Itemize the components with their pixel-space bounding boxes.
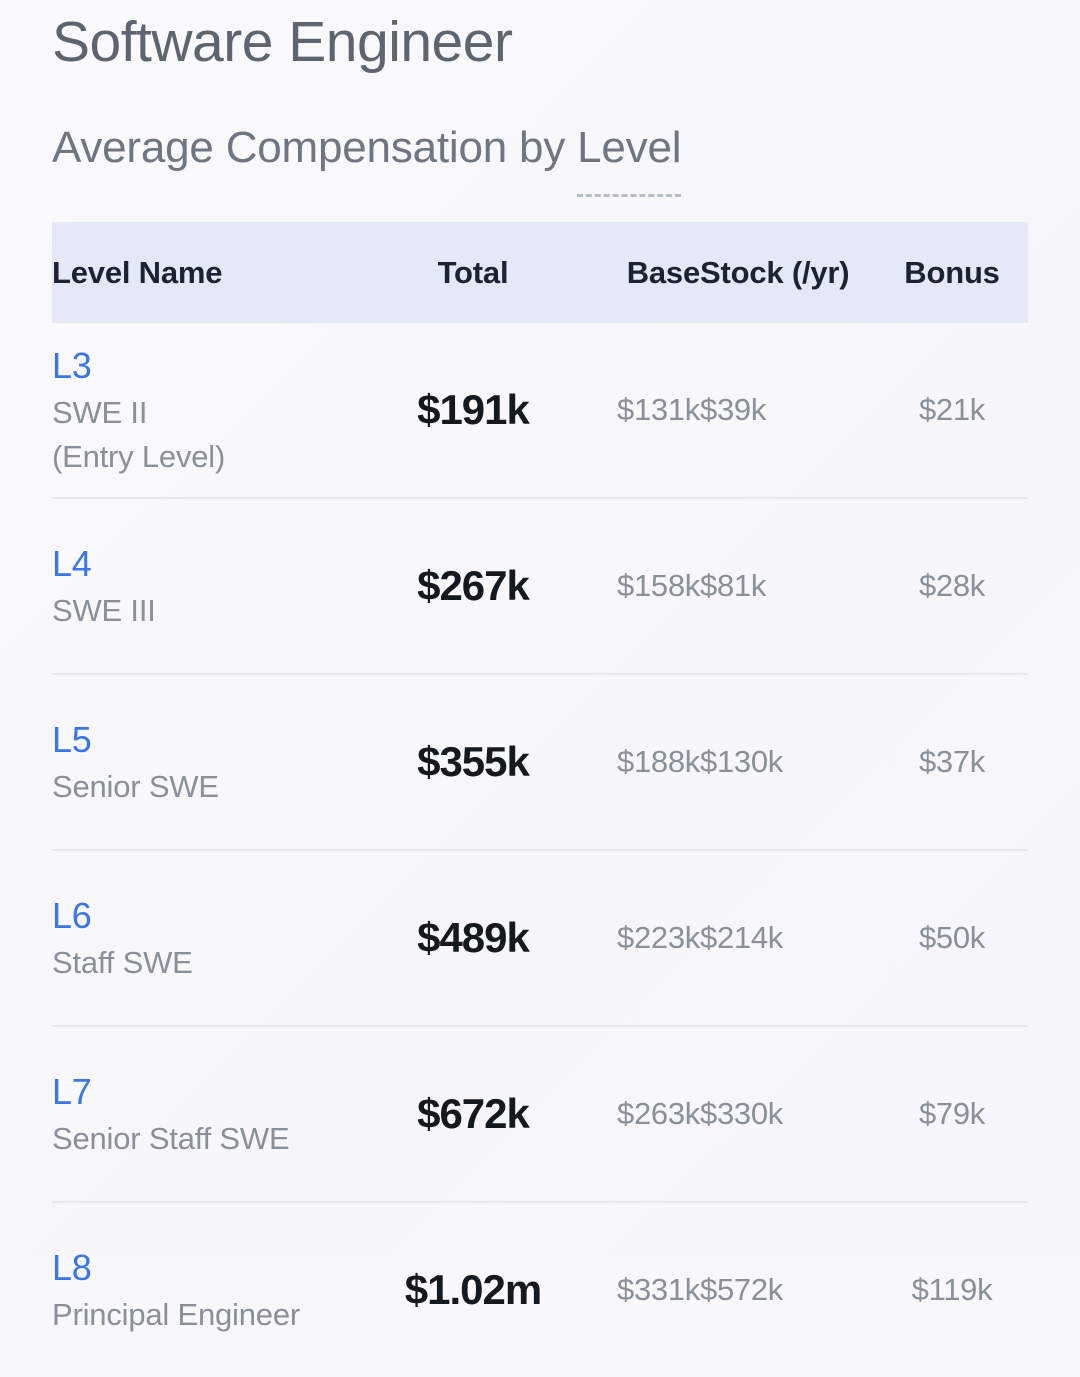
table-row[interactable]: L5 Senior SWE $355k $188k $130k $37k: [52, 673, 1028, 850]
base-value: $331k: [617, 1272, 700, 1307]
level-code-link[interactable]: L5: [52, 715, 382, 765]
cell-level-name: L6 Staff SWE: [52, 849, 382, 1026]
compensation-table: Level Name Total Base Stock (/yr) Bonus …: [52, 222, 1028, 1377]
cell-level-name: L7 Senior Staff SWE: [52, 1025, 382, 1202]
level-title-line-1: Staff SWE: [52, 945, 193, 980]
table-row[interactable]: L4 SWE III $267k $158k $81k $28k: [52, 497, 1028, 674]
bonus-value: $21k: [918, 392, 986, 427]
base-value: $263k: [617, 1096, 700, 1131]
cell-level-name: L4 SWE III: [52, 497, 382, 674]
cell-stock: $214k: [700, 849, 876, 1026]
cell-stock: $130k: [700, 673, 876, 850]
cell-stock: $330k: [700, 1025, 876, 1202]
table-row[interactable]: L6 Staff SWE $489k $223k $214k $50k: [52, 849, 1028, 1026]
cell-level-name: L3 SWE II (Entry Level): [52, 323, 382, 498]
page-subtitle: Average Compensation by Level: [52, 78, 1028, 197]
cell-bonus: $21k: [876, 323, 1028, 498]
column-header-level-name[interactable]: Level Name: [52, 222, 382, 323]
subtitle-prefix: Average Compensation by: [52, 123, 578, 172]
total-value: $672k: [417, 1090, 530, 1137]
cell-total: $191k: [382, 323, 564, 498]
bonus-value: $50k: [918, 920, 986, 955]
table-header: Level Name Total Base Stock (/yr) Bonus: [52, 222, 1028, 323]
stock-value: $39k: [700, 392, 767, 427]
bonus-value: $28k: [918, 568, 986, 603]
level-title-line-1: SWE II: [52, 395, 148, 430]
total-value: $489k: [417, 914, 530, 961]
level-title-line-2: (Entry Level): [52, 439, 226, 474]
level-title-line-1: SWE III: [52, 593, 156, 628]
level-code-link[interactable]: L6: [52, 891, 382, 941]
bonus-value: $119k: [911, 1272, 993, 1307]
stock-value: $214k: [700, 920, 783, 955]
total-value: $355k: [417, 738, 530, 785]
cell-bonus: $119k: [876, 1201, 1028, 1377]
page-title: Software Engineer: [52, 10, 513, 74]
table-body: L3 SWE II (Entry Level) $191k $131k $39k…: [52, 323, 1028, 1377]
stock-value: $81k: [700, 568, 767, 603]
table-header-row: Level Name Total Base Stock (/yr) Bonus: [52, 222, 1028, 323]
compensation-page: Software Engineer Average Compensation b…: [0, 0, 1080, 1377]
table-row[interactable]: L7 Senior Staff SWE $672k $263k $330k $7…: [52, 1025, 1028, 1202]
cell-bonus: $37k: [876, 673, 1028, 850]
cell-bonus: $28k: [876, 497, 1028, 674]
cell-bonus: $79k: [876, 1025, 1028, 1202]
table-row[interactable]: L8 Principal Engineer $1.02m $331k $572k…: [52, 1201, 1028, 1377]
cell-total: $1.02m: [382, 1201, 564, 1377]
base-value: $188k: [617, 744, 700, 779]
bonus-value: $79k: [918, 1096, 986, 1131]
cell-stock: $572k: [700, 1201, 876, 1377]
bonus-value: $37k: [918, 744, 986, 779]
cell-total: $489k: [382, 849, 564, 1026]
level-title-line-1: Senior SWE: [52, 769, 219, 804]
cell-base: $188k: [564, 673, 700, 850]
level-title-line-1: Senior Staff SWE: [52, 1121, 290, 1156]
cell-level-name: L8 Principal Engineer: [52, 1201, 382, 1377]
level-code-link[interactable]: L4: [52, 539, 382, 589]
total-value: $267k: [417, 562, 530, 609]
subtitle-level-term[interactable]: Level: [577, 123, 682, 197]
cell-stock: $81k: [700, 497, 876, 674]
cell-bonus: $50k: [876, 849, 1028, 1026]
cell-total: $355k: [382, 673, 564, 850]
stock-value: $330k: [700, 1096, 783, 1131]
total-value: $191k: [417, 386, 530, 433]
cell-total: $267k: [382, 497, 564, 674]
base-value: $223k: [617, 920, 700, 955]
base-value: $131k: [617, 392, 700, 427]
level-code-link[interactable]: L3: [52, 341, 382, 391]
column-header-base[interactable]: Base: [564, 222, 700, 323]
base-value: $158k: [617, 568, 700, 603]
cell-base: $223k: [564, 849, 700, 1026]
total-value: $1.02m: [404, 1266, 542, 1313]
column-header-total[interactable]: Total: [382, 222, 564, 323]
cell-level-name: L5 Senior SWE: [52, 673, 382, 850]
cell-base: $263k: [564, 1025, 700, 1202]
level-code-link[interactable]: L8: [52, 1243, 382, 1293]
cell-stock: $39k: [700, 323, 876, 498]
cell-base: $158k: [564, 497, 700, 674]
stock-value: $572k: [700, 1272, 783, 1307]
cell-total: $672k: [382, 1025, 564, 1202]
cell-base: $131k: [564, 323, 700, 498]
stock-value: $130k: [700, 744, 783, 779]
column-header-bonus[interactable]: Bonus: [876, 222, 1028, 323]
table-row[interactable]: L3 SWE II (Entry Level) $191k $131k $39k…: [52, 323, 1028, 498]
level-title-line-1: Principal Engineer: [52, 1297, 300, 1332]
column-header-stock[interactable]: Stock (/yr): [700, 222, 876, 323]
level-code-link[interactable]: L7: [52, 1067, 382, 1117]
cell-base: $331k: [564, 1201, 700, 1377]
